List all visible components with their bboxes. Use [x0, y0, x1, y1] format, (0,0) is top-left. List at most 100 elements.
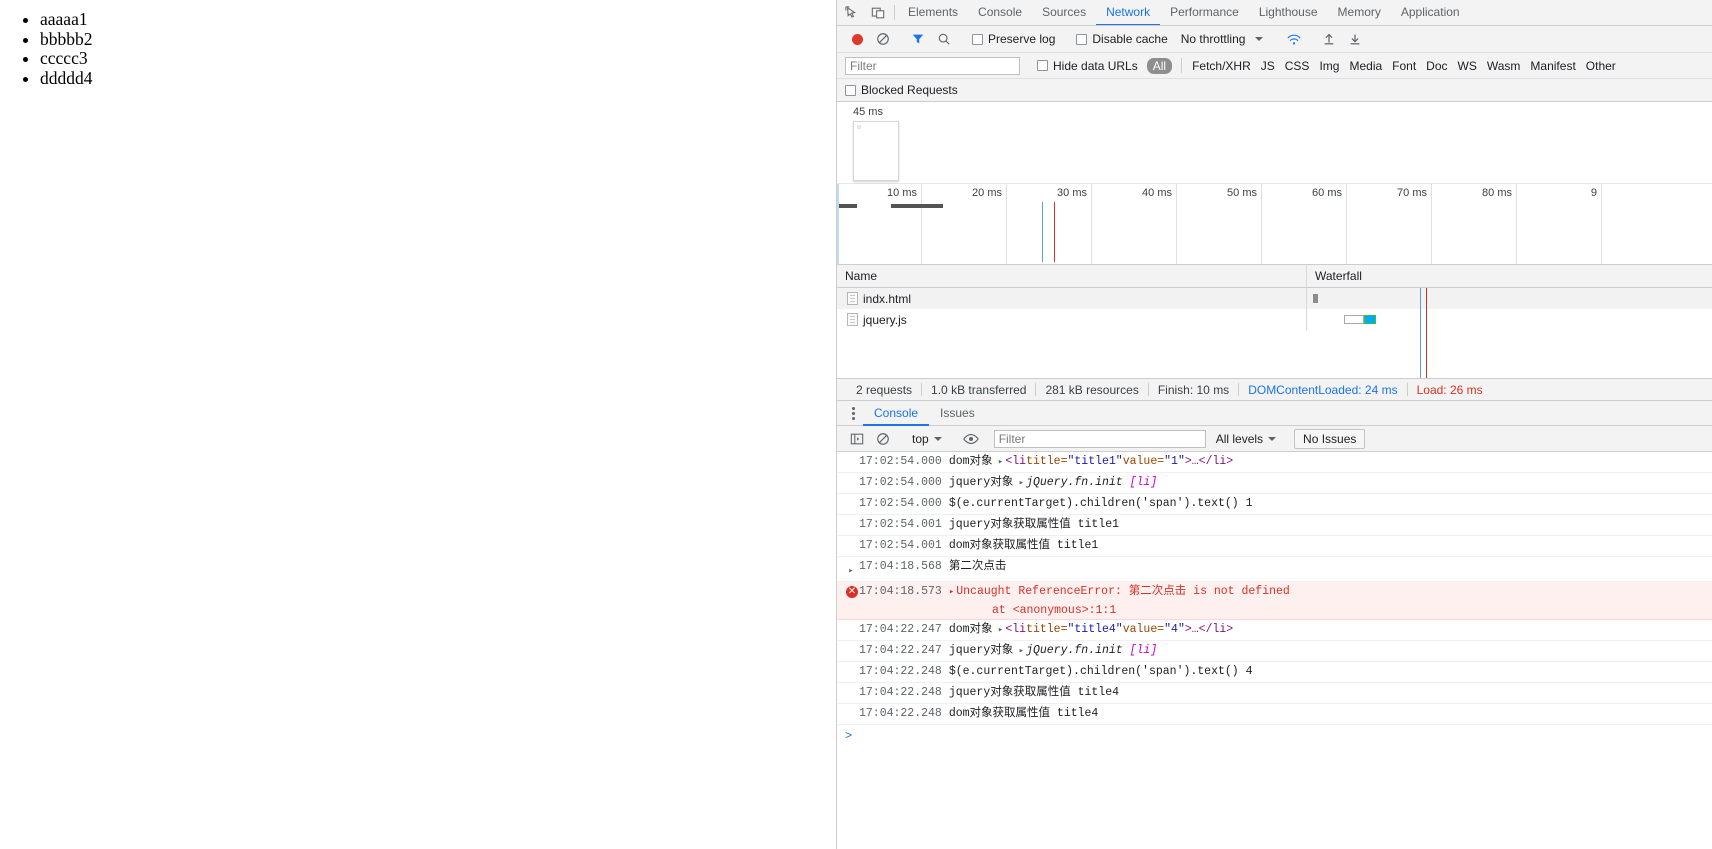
console-log-row[interactable]: 17:04:22.247 jquery对象 ▸ jQuery.fn.init […	[837, 641, 1712, 662]
console-log-row[interactable]: 17:02:54.000 jquery对象 ▸ jQuery.fn.init […	[837, 473, 1712, 494]
tab-label: Console	[978, 5, 1023, 19]
filmstrip-screenshot[interactable]	[853, 121, 899, 181]
log-gutter	[845, 662, 859, 666]
more-options-icon[interactable]	[843, 401, 863, 425]
log-gutter	[845, 515, 859, 519]
type-filter-wasm[interactable]: Wasm	[1482, 59, 1526, 73]
tab-memory[interactable]: Memory	[1328, 0, 1391, 25]
type-filter-doc[interactable]: Doc	[1421, 59, 1452, 73]
console-log-row[interactable]: 17:04:22.248 jquery对象获取属性值 title4	[837, 683, 1712, 704]
request-waterfall-cell[interactable]	[1307, 309, 1712, 330]
tab-application[interactable]: Application	[1391, 0, 1470, 25]
list-item[interactable]: bbbbb2	[40, 29, 836, 50]
expand-triangle-icon[interactable]: ▸	[993, 452, 1006, 472]
table-row[interactable]: indx.html	[837, 288, 1712, 309]
drawer-tab-console[interactable]: Console	[863, 401, 930, 426]
log-gutter: ▸	[845, 557, 859, 581]
record-button-icon[interactable]	[845, 28, 869, 50]
filter-input[interactable]	[845, 56, 1020, 75]
search-icon[interactable]	[932, 28, 956, 50]
timeline-ruler[interactable]: 10 ms 20 ms 30 ms 40 ms 50 ms 60 ms 70 m…	[837, 184, 1712, 264]
console-log-row[interactable]: 17:04:22.248 $(e.currentTarget).children…	[837, 662, 1712, 683]
type-filter-manifest[interactable]: Manifest	[1525, 59, 1580, 73]
devtools-tabbar: Elements Console Sources Network Perform…	[837, 0, 1712, 26]
no-issues-button[interactable]: No Issues	[1294, 428, 1366, 449]
expand-triangle-icon[interactable]: ▸	[949, 582, 956, 602]
request-waterfall-cell[interactable]	[1307, 288, 1712, 309]
export-har-icon[interactable]	[1343, 28, 1367, 50]
type-filter-media[interactable]: Media	[1344, 59, 1387, 73]
console-log-row-input[interactable]: ▸ 17:04:18.568 第二次点击	[837, 557, 1712, 582]
type-filter-css[interactable]: CSS	[1280, 59, 1315, 73]
console-log-row[interactable]: 17:02:54.001 jquery对象获取属性值 title1	[837, 515, 1712, 536]
chevron-down-icon[interactable]	[1247, 28, 1271, 50]
preserve-log-checkbox[interactable]: Preserve log	[967, 32, 1060, 46]
request-name-cell[interactable]: indx.html	[837, 288, 1307, 309]
type-filter-ws[interactable]: WS	[1453, 59, 1482, 73]
console-log-row[interactable]: 17:02:54.001 dom对象获取属性值 title1	[837, 536, 1712, 557]
expand-triangle-icon[interactable]: ▸	[1013, 641, 1026, 661]
checkbox-label: Blocked Requests	[861, 83, 958, 97]
column-header-name[interactable]: Name	[837, 265, 1307, 287]
tab-label: Memory	[1337, 5, 1381, 19]
console-log-row[interactable]: 17:04:22.248 dom对象获取属性值 title4	[837, 704, 1712, 725]
console-log-row-error[interactable]: ✕ 17:04:18.573 ▸ Uncaught ReferenceError…	[837, 582, 1712, 620]
type-filter-fetch-xhr[interactable]: Fetch/XHR	[1187, 59, 1256, 73]
blocked-requests-checkbox[interactable]: Blocked Requests	[845, 83, 963, 97]
network-conditions-icon[interactable]	[1282, 28, 1306, 50]
hide-data-urls-checkbox[interactable]: Hide data URLs	[1032, 59, 1143, 73]
summary-dom-content-loaded: DOMContentLoaded: 24 ms	[1248, 382, 1398, 397]
overview-request-bar	[891, 204, 943, 208]
drawer-tabbar: Console Issues	[837, 401, 1712, 426]
list-item[interactable]: ddddd4	[40, 68, 836, 89]
log-attr: title=	[1026, 623, 1068, 636]
expand-triangle-icon[interactable]: ▸	[1013, 473, 1026, 493]
type-filter-js[interactable]: JS	[1256, 59, 1280, 73]
device-toolbar-icon[interactable]	[865, 0, 891, 25]
console-log-row[interactable]: 17:04:22.247 dom对象 ▸ <li title= "title4"…	[837, 620, 1712, 641]
list-item[interactable]: ccccc3	[40, 48, 836, 69]
table-row[interactable]: jquery.js	[837, 309, 1712, 330]
log-timestamp: 17:02:54.000	[859, 497, 942, 510]
list-item[interactable]: aaaaa1	[40, 9, 836, 30]
import-har-icon[interactable]	[1317, 28, 1341, 50]
live-expression-eye-icon[interactable]	[959, 428, 983, 450]
expand-triangle-icon[interactable]: ▸	[993, 620, 1006, 640]
log-label: dom对象	[948, 455, 993, 468]
clear-icon[interactable]	[871, 28, 895, 50]
tab-console[interactable]: Console	[968, 0, 1032, 25]
log-error-stack[interactable]: at <anonymous>:1:1	[992, 604, 1116, 617]
tab-sources[interactable]: Sources	[1032, 0, 1096, 25]
tab-network[interactable]: Network	[1096, 0, 1161, 25]
blocked-requests-row: Blocked Requests	[837, 79, 1712, 102]
drawer-tab-issues[interactable]: Issues	[929, 401, 986, 426]
clear-console-icon[interactable]	[871, 428, 895, 450]
log-tag-open: <li	[1005, 455, 1027, 468]
type-filter-img[interactable]: Img	[1314, 59, 1344, 73]
timeline-tick: 30 ms	[1007, 184, 1092, 264]
type-filter-all[interactable]: All	[1146, 57, 1173, 74]
log-levels-select[interactable]: All levels	[1208, 432, 1284, 446]
inspect-element-icon[interactable]	[839, 0, 865, 25]
column-header-waterfall[interactable]: Waterfall	[1307, 265, 1712, 287]
filmstrip: 45 ms	[837, 102, 1712, 184]
levels-label: All levels	[1215, 431, 1264, 446]
console-sidebar-icon[interactable]	[845, 428, 869, 450]
request-name-cell[interactable]: jquery.js	[837, 309, 1307, 330]
filter-icon[interactable]	[906, 28, 930, 50]
tab-lighthouse[interactable]: Lighthouse	[1249, 0, 1328, 25]
console-prompt[interactable]: >	[837, 725, 1712, 747]
tab-elements[interactable]: Elements	[898, 0, 968, 25]
tab-label: Performance	[1170, 5, 1239, 19]
console-filter-input[interactable]	[993, 429, 1206, 448]
type-filter-font[interactable]: Font	[1387, 59, 1421, 73]
throttling-select[interactable]: No throttling	[1175, 32, 1246, 46]
console-log-row[interactable]: 17:02:54.000 $(e.currentTarget).children…	[837, 494, 1712, 515]
disable-cache-checkbox[interactable]: Disable cache	[1071, 32, 1172, 46]
console-log-row[interactable]: 17:02:54.000 dom对象 ▸ <li title= "title1"…	[837, 452, 1712, 473]
divider	[894, 5, 895, 20]
checkbox-label: Preserve log	[988, 32, 1056, 46]
tab-performance[interactable]: Performance	[1160, 0, 1249, 25]
execution-context-select[interactable]: top	[906, 432, 948, 446]
type-filter-other[interactable]: Other	[1581, 59, 1621, 73]
